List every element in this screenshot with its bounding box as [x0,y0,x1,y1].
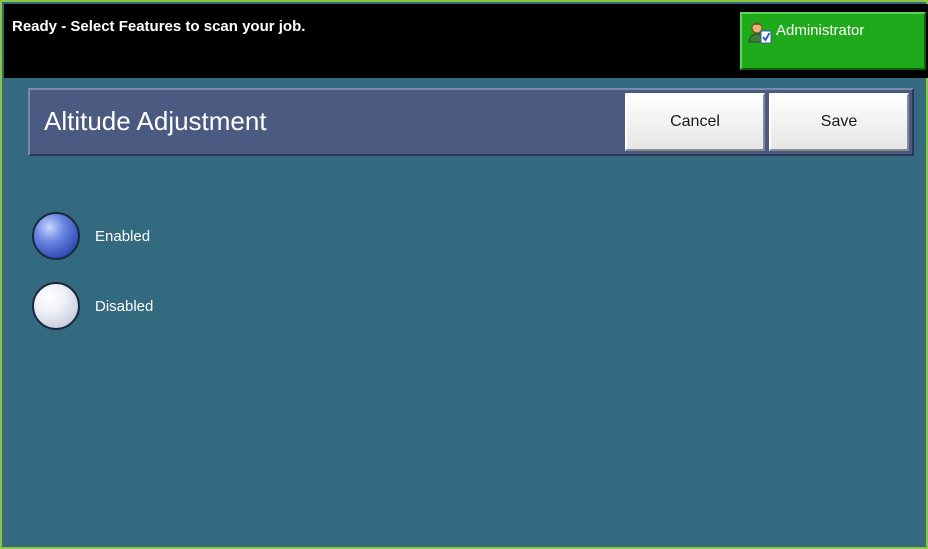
status-bar: Ready - Select Features to scan your job… [4,4,928,78]
administrator-button[interactable]: Administrator [740,12,926,70]
save-button[interactable]: Save [769,93,909,151]
option-disabled-label: Disabled [95,298,154,315]
administrator-label: Administrator [776,22,865,39]
option-enabled-label: Enabled [95,228,151,245]
cancel-button[interactable]: Cancel [625,93,765,151]
status-message: Ready - Select Features to scan your job… [12,18,306,35]
page-title: Altitude Adjustment [44,106,267,136]
administrator-icon [748,20,772,44]
option-enabled[interactable]: Enabled [32,212,332,262]
option-disabled[interactable]: Disabled [32,282,332,332]
radio-disabled-unselected[interactable] [32,282,80,330]
radio-enabled-selected[interactable] [32,212,80,260]
screen-frame: Ready - Select Features to scan your job… [0,0,928,549]
title-bar: Altitude Adjustment Cancel Save [28,88,914,156]
